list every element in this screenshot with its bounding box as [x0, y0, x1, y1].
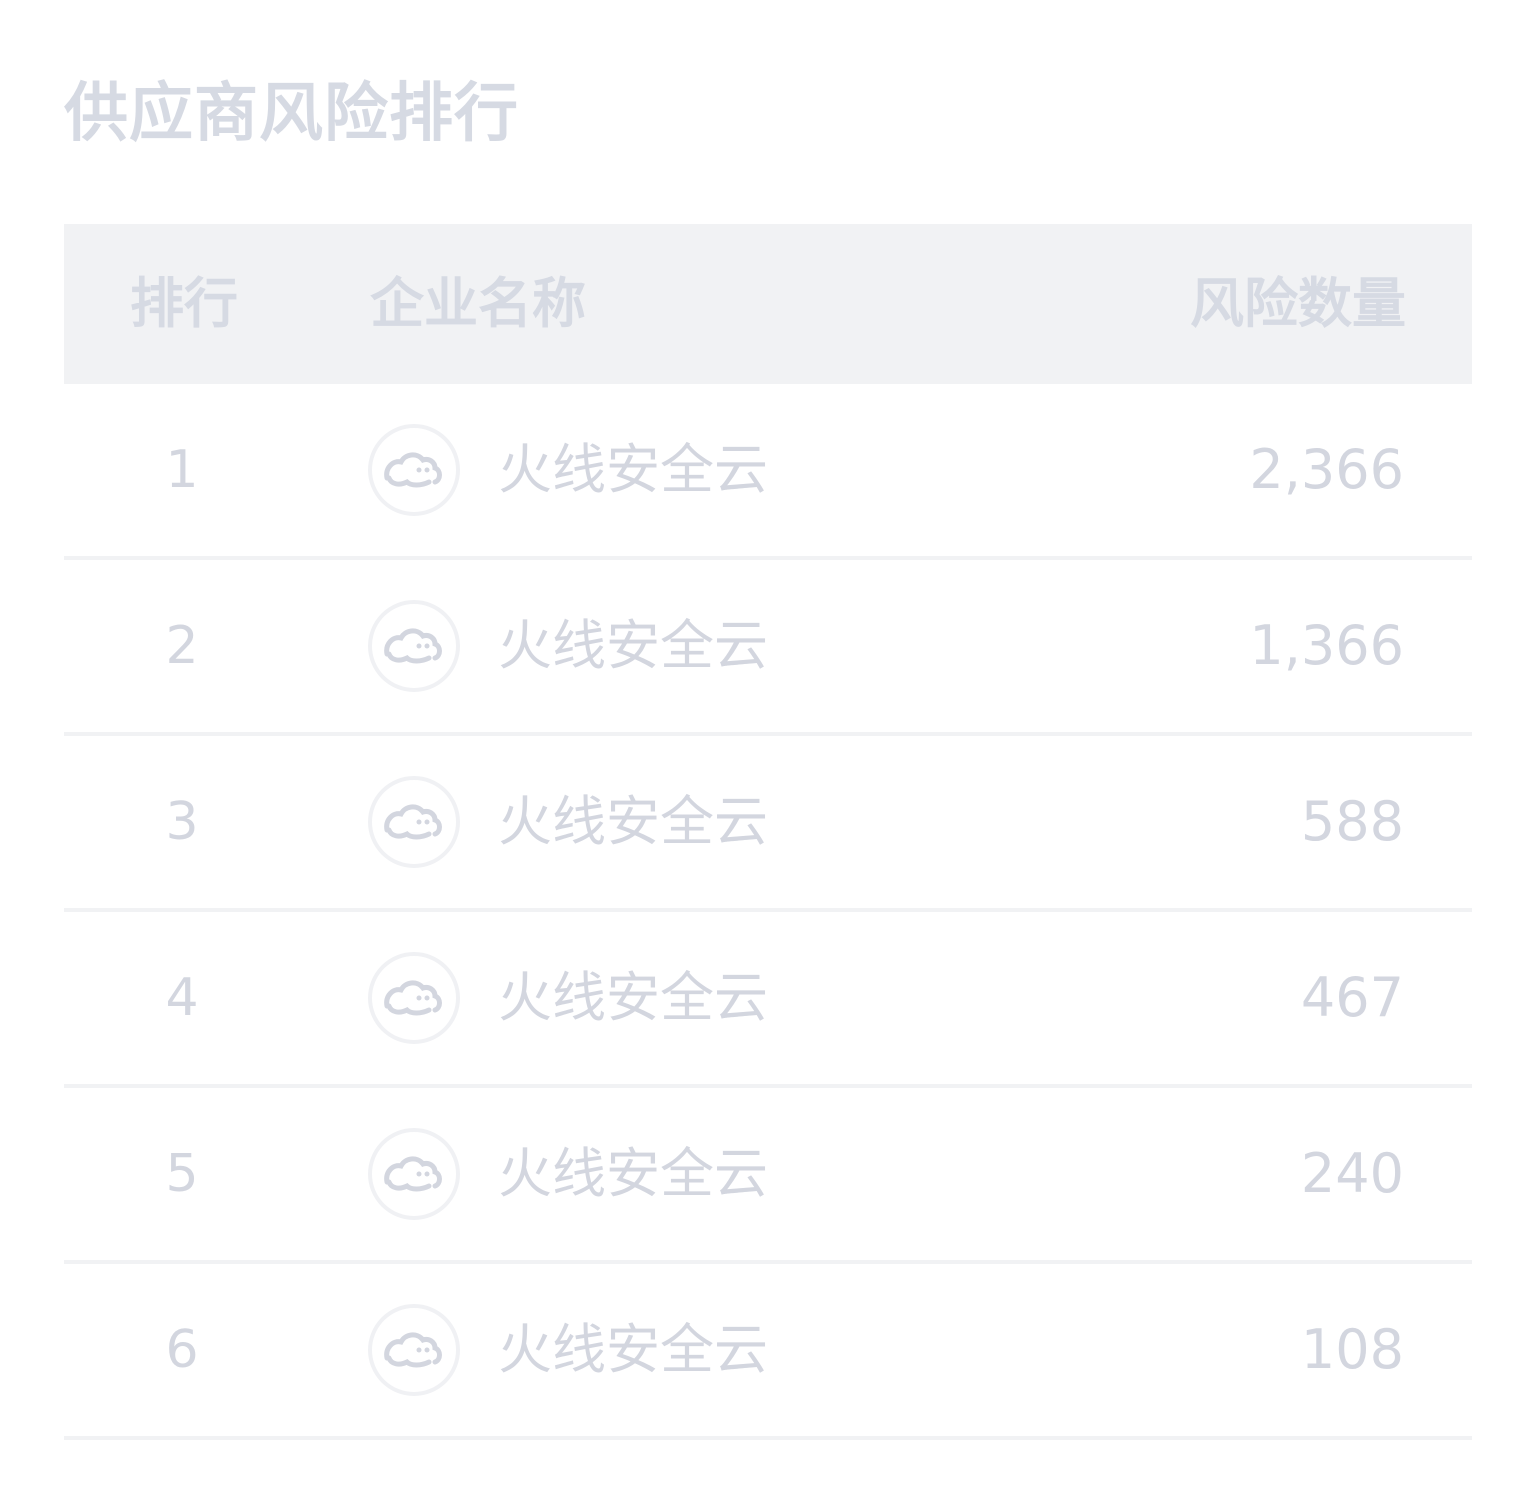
row-risk-count: 588 — [1300, 790, 1404, 853]
header-risk-count: 风险数量 — [1190, 272, 1406, 335]
cloud-logo-icon — [368, 1128, 460, 1220]
table-row[interactable]: 3 火线安全云 588 — [64, 736, 1472, 912]
row-company[interactable]: 火线安全云 — [364, 1264, 768, 1436]
row-company[interactable]: 火线安全云 — [364, 1088, 768, 1260]
cloud-logo-icon — [368, 600, 460, 692]
row-company[interactable]: 火线安全云 — [364, 736, 768, 908]
table-row[interactable]: 2 火线安全云 1,366 — [64, 560, 1472, 736]
row-rank: 4 — [165, 968, 199, 1028]
cloud-logo-icon — [368, 424, 460, 516]
cloud-logo-icon — [368, 776, 460, 868]
table-row[interactable]: 4 火线安全云 467 — [64, 912, 1472, 1088]
row-risk-count: 108 — [1300, 1318, 1404, 1381]
table-row[interactable]: 6 火线安全云 108 — [64, 1264, 1472, 1440]
row-rank: 2 — [165, 616, 199, 676]
cloud-logo-icon — [368, 952, 460, 1044]
cloud-logo-icon — [368, 1304, 460, 1396]
company-name: 火线安全云 — [498, 1318, 768, 1381]
row-rank: 1 — [165, 440, 199, 500]
row-company[interactable]: 火线安全云 — [364, 912, 768, 1084]
company-name: 火线安全云 — [498, 966, 768, 1029]
company-name: 火线安全云 — [498, 438, 768, 501]
company-name: 火线安全云 — [498, 790, 768, 853]
company-name: 火线安全云 — [498, 1142, 768, 1205]
company-name: 火线安全云 — [498, 614, 768, 677]
supplier-risk-table: 排行 企业名称 风险数量 1 火线安全云 2,366 2 火线安全云 1,366… — [64, 224, 1472, 1440]
row-risk-count: 1,366 — [1249, 614, 1404, 677]
table-row[interactable]: 1 火线安全云 2,366 — [64, 384, 1472, 560]
table-header: 排行 企业名称 风险数量 — [64, 224, 1472, 384]
row-risk-count: 2,366 — [1249, 438, 1404, 501]
row-company[interactable]: 火线安全云 — [364, 384, 768, 556]
header-company-name: 企业名称 — [370, 272, 586, 335]
table-row[interactable]: 5 火线安全云 240 — [64, 1088, 1472, 1264]
row-risk-count: 467 — [1300, 966, 1404, 1029]
row-rank: 5 — [165, 1144, 199, 1204]
row-rank: 6 — [165, 1320, 199, 1380]
row-rank: 3 — [165, 792, 199, 852]
header-rank: 排行 — [130, 272, 238, 335]
row-company[interactable]: 火线安全云 — [364, 560, 768, 732]
page-title: 供应商风险排行 — [64, 77, 519, 151]
row-risk-count: 240 — [1300, 1142, 1404, 1205]
